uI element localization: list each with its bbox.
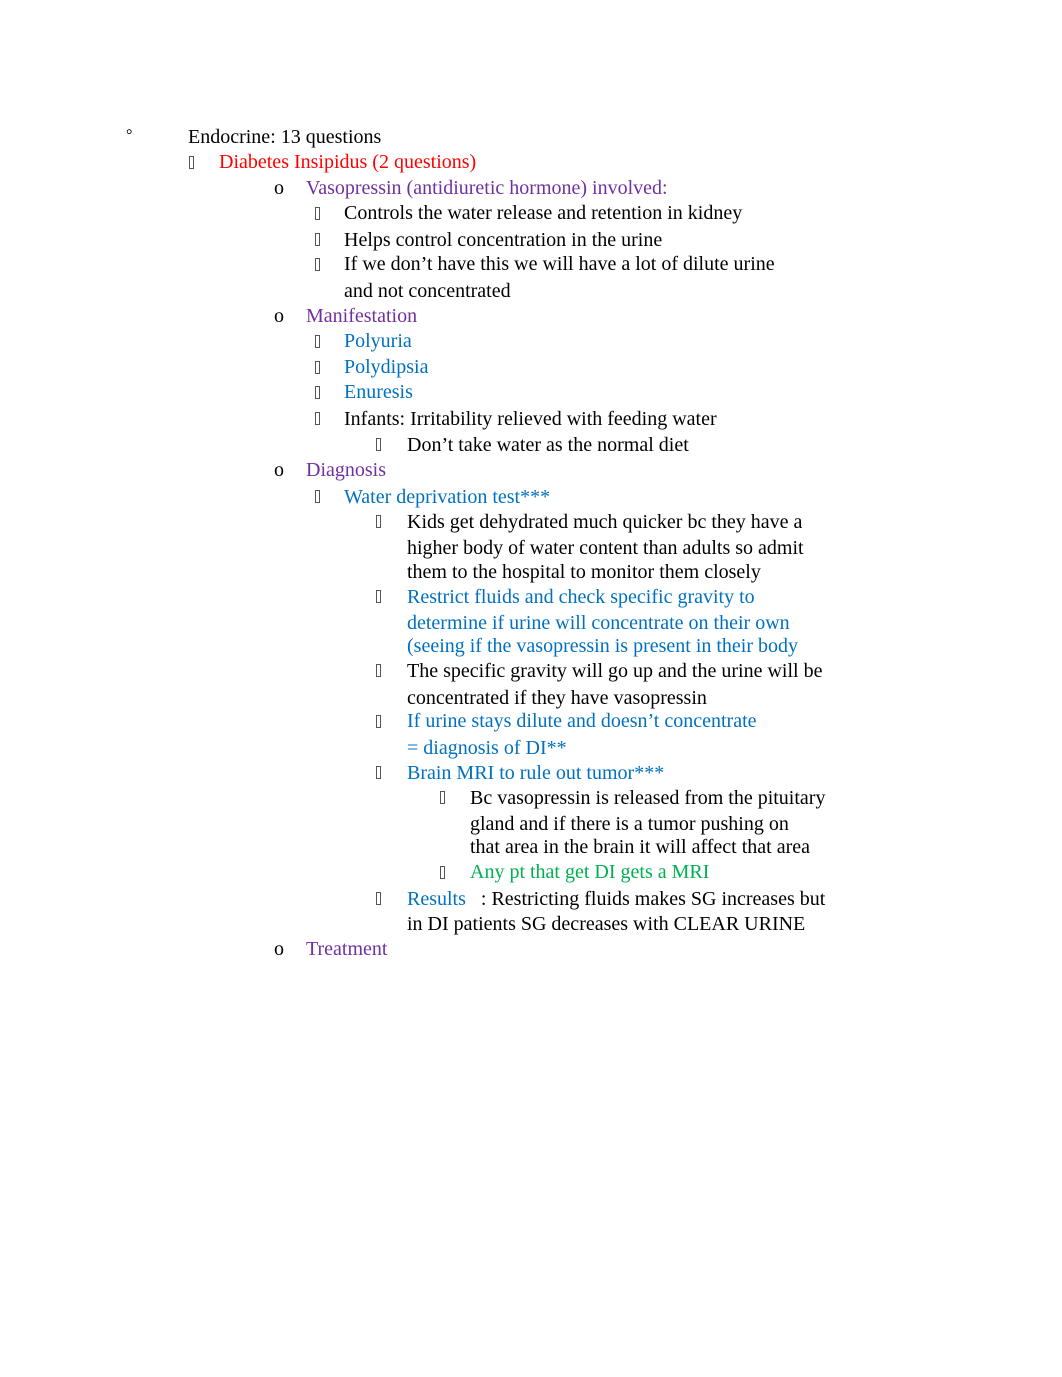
- manifestation-heading: Manifestation: [306, 305, 418, 327]
- topic-heading: Endocrine: 13 questions: [188, 126, 382, 148]
- degree-bullet-icon: °: [126, 127, 133, 144]
- section-heading: Diabetes Insipidus (2 questions): [219, 151, 477, 173]
- treatment-heading: Treatment: [306, 938, 388, 960]
- list-item-continuation: in DI patients SG decreases with CLEAR U…: [407, 913, 806, 935]
- list-item: Polydipsia: [344, 356, 429, 378]
- o-bullet-icon: o: [274, 938, 284, 960]
- list-item: If we don’t have this we will have a lot…: [344, 253, 775, 275]
- missing-glyph-bullet-icon: [376, 590, 381, 603]
- missing-glyph-bullet-icon: [315, 233, 320, 246]
- list-item: Controls the water release and retention…: [344, 202, 743, 224]
- document-page: ° Endocrine: 13 questions Diabetes Insip…: [0, 0, 1062, 1377]
- list-item-continuation: = diagnosis of DI**: [407, 737, 567, 759]
- list-item-continuation: determine if urine will concentrate on t…: [407, 612, 790, 634]
- missing-glyph-bullet-icon: [315, 258, 320, 271]
- o-bullet-icon: o: [274, 305, 284, 327]
- vasopressin-heading: Vasopressin (antidiuretic hormone) invol…: [306, 177, 668, 199]
- missing-glyph-bullet-icon: [376, 766, 381, 779]
- list-item: Infants: Irritability relieved with feed…: [344, 408, 717, 430]
- list-item-continuation: and not concentrated: [344, 280, 511, 302]
- list-item: Polyuria: [344, 330, 412, 352]
- missing-glyph-bullet-icon: [376, 438, 381, 451]
- missing-glyph-bullet-icon: [376, 515, 381, 528]
- missing-glyph-bullet-icon: [315, 490, 320, 503]
- list-item: Enuresis: [344, 381, 413, 403]
- list-item-continuation: (seeing if the vasopressin is present in…: [407, 635, 799, 657]
- list-item: Kids get dehydrated much quicker bc they…: [407, 511, 803, 533]
- list-item-continuation: that area in the brain it will affect th…: [470, 836, 811, 858]
- list-item-continuation: concentrated if they have vasopressin: [407, 687, 707, 709]
- missing-glyph-bullet-icon: [440, 791, 445, 804]
- missing-glyph-bullet-icon: [315, 412, 320, 425]
- list-item: Bc vasopressin is released from the pitu…: [470, 787, 826, 809]
- missing-glyph-bullet-icon: [189, 156, 194, 169]
- missing-glyph-bullet-icon: [376, 664, 381, 677]
- list-item: The specific gravity will go up and the …: [407, 660, 823, 682]
- list-item: Restrict fluids and check specific gravi…: [407, 586, 755, 608]
- missing-glyph-bullet-icon: [315, 335, 320, 348]
- o-bullet-icon: o: [274, 459, 284, 481]
- missing-glyph-bullet-icon: [315, 361, 320, 374]
- results-item: Results : Restricting fluids makes SG inc…: [407, 887, 825, 911]
- results-text: : Restricting fluids makes SG increases …: [480, 888, 826, 910]
- results-label: Results: [407, 888, 466, 910]
- brain-mri-item: Brain MRI to rule out tumor***: [407, 762, 665, 784]
- water-deprivation-test: Water deprivation test***: [344, 486, 551, 508]
- o-bullet-icon: o: [274, 177, 284, 199]
- missing-glyph-bullet-icon: [315, 207, 320, 220]
- list-item-continuation: gland and if there is a tumor pushing on: [470, 813, 789, 835]
- list-item-continuation: them to the hospital to monitor them clo…: [407, 561, 761, 583]
- list-item-continuation: higher body of water content than adults…: [407, 537, 804, 559]
- list-item: If urine stays dilute and doesn’t concen…: [407, 710, 757, 732]
- missing-glyph-bullet-icon: [376, 715, 381, 728]
- missing-glyph-bullet-icon: [315, 386, 320, 399]
- missing-glyph-bullet-icon: [440, 866, 445, 879]
- missing-glyph-bullet-icon: [376, 892, 381, 905]
- list-item: Helps control concentration in the urine: [344, 229, 663, 251]
- list-item: Any pt that get DI gets a MRI: [470, 861, 710, 883]
- diagnosis-heading: Diagnosis: [306, 459, 386, 481]
- list-item: Don’t take water as the normal diet: [407, 434, 689, 456]
